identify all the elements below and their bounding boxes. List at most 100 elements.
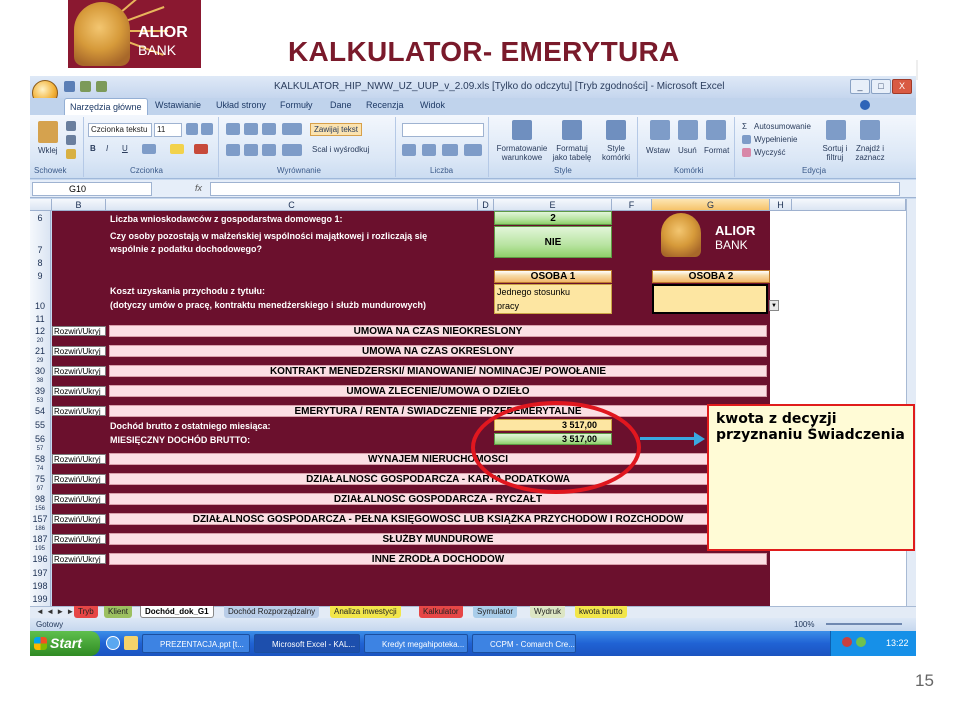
tab-formulas[interactable]: Formuły — [280, 100, 313, 110]
column-header-h[interactable]: H — [770, 199, 792, 211]
tab-insert[interactable]: Wstawianie — [155, 100, 201, 110]
tab-data[interactable]: Dane — [330, 100, 352, 110]
sheet-tab[interactable]: kwota brutto — [575, 606, 627, 618]
autosum-button[interactable]: Autosumowanie — [754, 122, 811, 131]
thousands-icon[interactable] — [442, 144, 458, 156]
cell-styles-icon[interactable] — [606, 120, 626, 140]
name-box[interactable]: G10 — [32, 182, 152, 196]
underline-button[interactable]: U — [122, 144, 128, 153]
tray-icon[interactable] — [856, 637, 866, 647]
expand-button[interactable]: Rozwiń/Ukryj — [52, 406, 106, 416]
paste-button[interactable]: Wklej — [38, 146, 58, 155]
insert-cells-icon[interactable] — [650, 120, 670, 140]
tab-view[interactable]: Widok — [420, 100, 445, 110]
wrap-text-button[interactable]: Zawijaj tekst — [310, 123, 363, 136]
taskbar-item[interactable]: CCPM - Comarch Cre... — [472, 634, 576, 653]
font-color-icon[interactable] — [194, 144, 208, 154]
cell-styles-button[interactable]: Style komórki — [598, 144, 634, 162]
sheet-tab[interactable]: Kalkulator — [419, 606, 463, 618]
taskbar-item[interactable]: Kredyt megahipoteka... — [364, 634, 468, 653]
expand-button[interactable]: Rozwiń/Ukryj — [52, 494, 106, 504]
row-header[interactable]: 55 — [30, 418, 51, 432]
row-header[interactable]: 10 — [30, 284, 51, 314]
bold-button[interactable]: B — [90, 144, 96, 153]
shrink-font-icon[interactable] — [201, 123, 213, 135]
dropdown-arrow-icon[interactable]: ▼ — [769, 300, 779, 311]
fill-color-icon[interactable] — [170, 144, 184, 154]
row-header[interactable]: 9 — [30, 268, 51, 284]
conditional-format-icon[interactable] — [512, 120, 532, 140]
grow-font-icon[interactable] — [186, 123, 198, 135]
column-header-c[interactable]: C — [106, 199, 478, 211]
applicants-value[interactable]: 2 — [494, 211, 612, 225]
row-header[interactable]: 198 — [30, 580, 51, 593]
column-header-f[interactable]: F — [612, 199, 652, 211]
fill-button[interactable]: Wypełnienie — [754, 135, 798, 144]
row-header[interactable]: 75 — [30, 472, 51, 486]
decimal-icon[interactable] — [464, 144, 482, 156]
font-size-select[interactable]: 11 — [154, 123, 182, 137]
fill-icon[interactable] — [742, 135, 751, 144]
font-name-select[interactable]: Czcionka tekstu — [88, 123, 152, 137]
select-all-corner[interactable] — [30, 199, 52, 211]
borders-icon[interactable] — [142, 144, 156, 154]
row-header[interactable]: 98 — [30, 492, 51, 506]
maximize-button[interactable]: □ — [871, 79, 891, 94]
fx-icon[interactable]: fx — [195, 183, 202, 193]
tab-home[interactable]: Narzędzia główne — [64, 98, 148, 115]
osoba2-cost-select[interactable] — [652, 284, 768, 314]
find-select-icon[interactable] — [860, 120, 880, 140]
expand-button[interactable]: Rozwiń/Ukryj — [52, 326, 106, 336]
row-header[interactable]: 157 — [30, 512, 51, 526]
align-left-icon[interactable] — [226, 144, 240, 156]
row-header[interactable]: 8 — [30, 259, 51, 268]
column-header-d[interactable]: D — [478, 199, 494, 211]
ie-icon[interactable] — [106, 636, 120, 650]
zoom-level[interactable]: 100% — [794, 618, 814, 631]
insert-button[interactable]: Wstaw — [646, 146, 670, 155]
explorer-icon[interactable] — [124, 636, 138, 650]
column-header-e[interactable]: E — [494, 199, 612, 211]
row-header[interactable]: 197 — [30, 566, 51, 580]
sort-filter-icon[interactable] — [826, 120, 846, 140]
column-header-g[interactable]: G — [652, 199, 770, 211]
format-table-button[interactable]: Formatuj jako tabelę — [550, 144, 594, 162]
format-table-icon[interactable] — [562, 120, 582, 140]
italic-button[interactable]: I — [106, 144, 108, 153]
taskbar-item[interactable]: PREZENTACJA.ppt [t... — [142, 634, 250, 653]
expand-button[interactable]: Rozwiń/Ukryj — [52, 366, 106, 376]
sheet-tab[interactable]: Dochód Rozporządzalny — [224, 606, 320, 618]
expand-button[interactable]: Rozwiń/Ukryj — [52, 474, 106, 484]
number-format-select[interactable] — [402, 123, 484, 137]
row-header[interactable]: 21 — [30, 344, 51, 358]
expand-button[interactable]: Rozwiń/Ukryj — [52, 554, 106, 564]
autosum-icon[interactable]: Σ — [742, 122, 747, 131]
copy-icon[interactable] — [66, 135, 76, 145]
indent-icon[interactable] — [282, 144, 302, 156]
row-header[interactable]: 196 — [30, 552, 51, 566]
sheet-tab[interactable]: Analiza inwestycji — [330, 606, 401, 618]
format-painter-icon[interactable] — [66, 149, 76, 159]
row-header[interactable]: 30 — [30, 364, 51, 378]
orientation-icon[interactable] — [282, 123, 302, 135]
row-header[interactable]: 54 — [30, 404, 51, 418]
expand-button[interactable]: Rozwiń/Ukryj — [52, 454, 106, 464]
close-button[interactable]: X — [892, 79, 912, 94]
align-center-icon[interactable] — [244, 144, 258, 156]
sheet-tab[interactable]: Wydruk — [530, 606, 566, 618]
row-header[interactable]: 12 — [30, 324, 51, 338]
format-cells-icon[interactable] — [706, 120, 726, 140]
tab-review[interactable]: Recenzja — [366, 100, 404, 110]
sheet-tab[interactable]: Klient — [104, 606, 133, 618]
row-header[interactable]: 11 — [30, 314, 51, 324]
merge-center-button[interactable]: Scal i wyśrodkuj — [312, 145, 369, 154]
find-select-button[interactable]: Znajdź i zaznacz — [852, 144, 888, 162]
delete-button[interactable]: Usuń — [678, 146, 697, 155]
cut-icon[interactable] — [66, 121, 76, 131]
save-icon[interactable] — [64, 81, 75, 92]
conditional-format-button[interactable]: Formatowanie warunkowe — [496, 144, 548, 162]
expand-button[interactable]: Rozwiń/Ukryj — [52, 514, 106, 524]
sheet-nav-arrows[interactable]: ◄ ◄ ► ► — [32, 606, 78, 618]
sheet-tab-active[interactable]: Dochód_dok_G1 — [140, 606, 214, 618]
delete-cells-icon[interactable] — [678, 120, 698, 140]
